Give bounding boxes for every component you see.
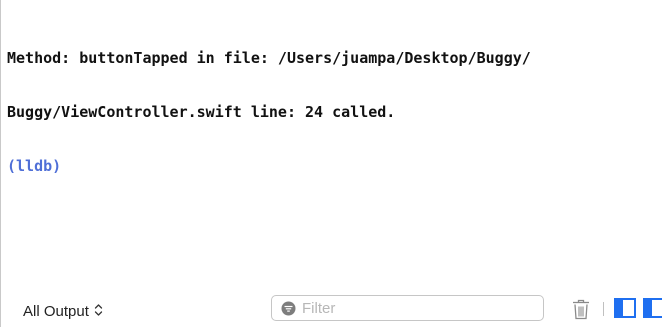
debug-console: Method: buttonTapped in file: /Users/jua… (0, 0, 662, 327)
console-bottom-bar: All Output (1, 285, 662, 327)
filter-icon (281, 301, 296, 316)
toolbar-divider (603, 302, 604, 316)
output-selector-label: All Output (23, 303, 89, 320)
updown-chevron-icon (94, 304, 103, 316)
split-left-icon[interactable] (614, 298, 636, 318)
lldb-prompt: (lldb) (7, 157, 62, 175)
console-line: Method: buttonTapped in file: /Users/jua… (7, 49, 531, 67)
split-right-icon[interactable] (643, 298, 662, 318)
filter-input[interactable] (302, 298, 532, 318)
console-line: Buggy/ViewController.swift line: 24 call… (7, 103, 396, 121)
filter-field[interactable] (271, 295, 544, 321)
trash-icon[interactable] (571, 298, 591, 320)
output-selector[interactable]: All Output (23, 303, 103, 320)
console-output[interactable]: Method: buttonTapped in file: /Users/jua… (7, 13, 657, 211)
